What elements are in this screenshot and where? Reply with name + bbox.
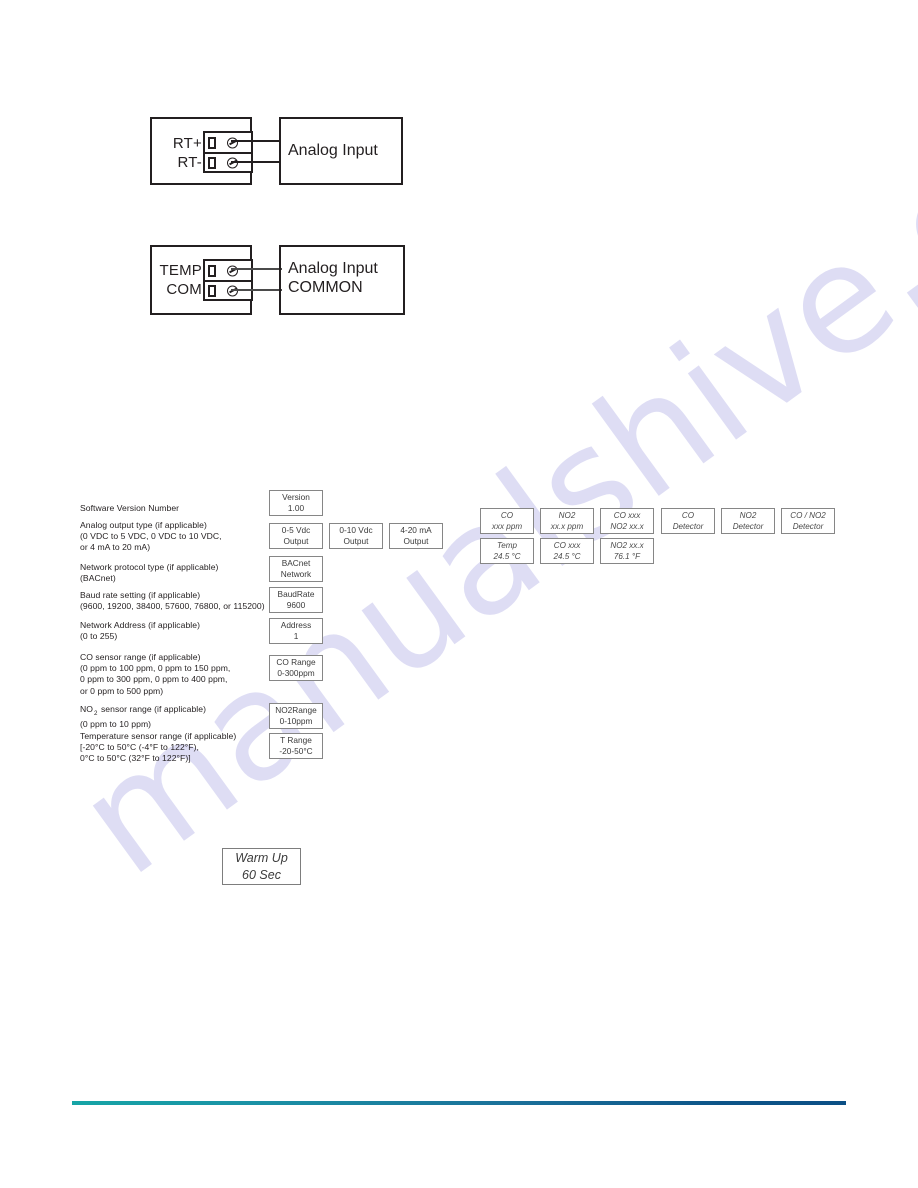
warm-up-box[interactable]: Warm Up 60 Sec xyxy=(222,848,301,885)
footer-divider-rule xyxy=(72,1101,846,1105)
warm-up-line1: Warm Up xyxy=(235,850,288,865)
warm-up-section: Warm Up 60 Sec xyxy=(0,0,918,1188)
warm-up-line2: 60 Sec xyxy=(242,867,281,882)
